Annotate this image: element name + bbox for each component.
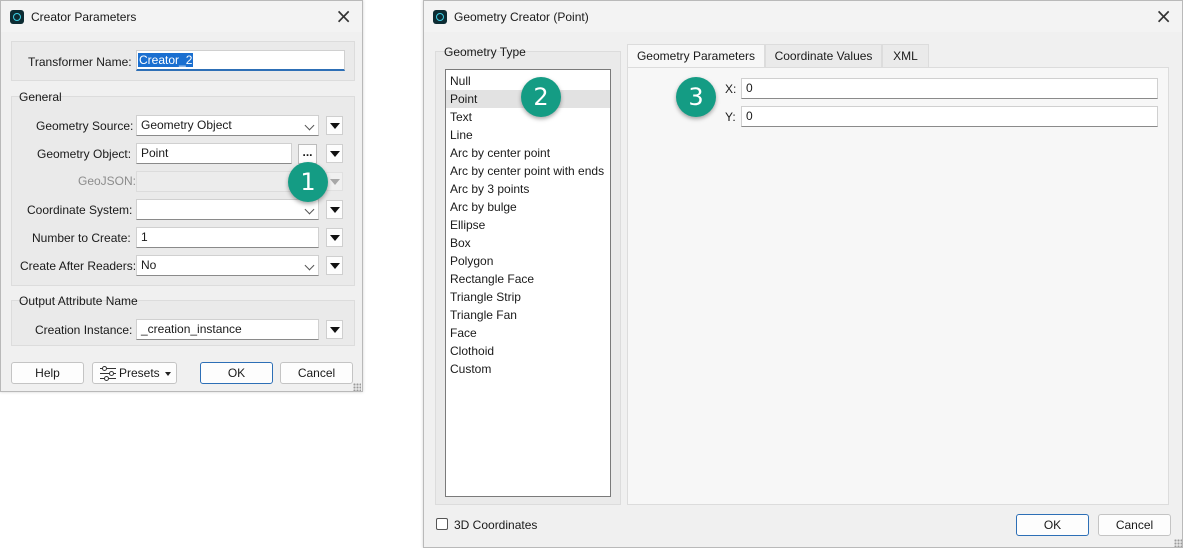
list-item[interactable]: Line xyxy=(446,126,610,144)
list-item[interactable]: Arc by 3 points xyxy=(446,180,610,198)
geometry-source-label: Geometry Source: xyxy=(36,119,134,133)
geometry-dialog-title: Geometry Creator (Point) xyxy=(454,9,589,24)
creator-dialog-title: Creator Parameters xyxy=(31,9,137,24)
list-item[interactable]: Arc by center point xyxy=(446,144,610,162)
transformer-name-label: Transformer Name: xyxy=(28,55,132,69)
coordinate-system-select[interactable] xyxy=(136,199,319,220)
chevron-down-icon xyxy=(304,120,315,131)
list-item[interactable]: Arc by bulge xyxy=(446,198,610,216)
chevron-down-icon xyxy=(304,260,315,271)
tab-coordinate-values[interactable]: Coordinate Values xyxy=(765,44,882,68)
presets-label: Presets xyxy=(119,366,160,380)
list-item[interactable]: Triangle Fan xyxy=(446,306,610,324)
geometry-object-menu-button[interactable] xyxy=(326,144,343,163)
x-input[interactable]: 0 xyxy=(741,78,1158,99)
geometry-ok-button[interactable]: OK xyxy=(1016,514,1089,536)
creation-instance-menu-button[interactable] xyxy=(326,320,343,339)
create-after-readers-select[interactable]: No xyxy=(136,255,319,276)
creator-ok-button[interactable]: OK xyxy=(200,362,273,384)
number-to-create-menu-button[interactable] xyxy=(326,228,343,247)
transformer-name-input[interactable]: Creator_2 xyxy=(136,50,345,71)
resize-grip-icon[interactable] xyxy=(1174,539,1182,547)
geometry-source-value: Geometry Object xyxy=(141,118,232,132)
coordinate-system-label: Coordinate System: xyxy=(27,203,133,217)
geometry-source-select[interactable]: Geometry Object xyxy=(136,115,319,136)
geometry-object-label: Geometry Object: xyxy=(37,147,132,161)
sliders-icon xyxy=(100,366,116,381)
y-value: 0 xyxy=(746,109,753,123)
creation-instance-label: Creation Instance: xyxy=(35,323,133,337)
geometry-parameters-panel xyxy=(627,67,1169,505)
geojson-label: GeoJSON: xyxy=(78,174,137,188)
chevron-down-icon xyxy=(304,204,315,215)
tab-geometry-parameters[interactable]: Geometry Parameters xyxy=(627,44,765,68)
number-to-create-input[interactable]: 1 xyxy=(136,227,319,248)
list-item[interactable]: Ellipse xyxy=(446,216,610,234)
list-item[interactable]: Rectangle Face xyxy=(446,270,610,288)
geojson-menu-button xyxy=(326,172,343,191)
create-after-readers-menu-button[interactable] xyxy=(326,256,343,275)
help-button[interactable]: Help xyxy=(11,362,84,384)
geometry-cancel-button[interactable]: Cancel xyxy=(1098,514,1171,536)
triangle-down-icon xyxy=(165,372,171,376)
callout-2: 2 xyxy=(521,77,561,117)
callout-3: 3 xyxy=(676,77,716,117)
x-label: X: xyxy=(725,82,737,96)
y-label: Y: xyxy=(725,110,736,124)
y-input[interactable]: 0 xyxy=(741,106,1158,127)
close-icon[interactable]: × xyxy=(335,6,352,26)
create-after-readers-value: No xyxy=(141,258,157,272)
3d-coordinates-label[interactable]: 3D Coordinates xyxy=(454,518,537,532)
number-to-create-label: Number to Create: xyxy=(32,231,131,245)
callout-1: 1 xyxy=(288,162,328,202)
fme-app-icon xyxy=(433,9,447,24)
geometry-object-input[interactable]: Point xyxy=(136,143,292,164)
geometry-source-menu-button[interactable] xyxy=(326,116,343,135)
list-item[interactable]: Clothoid xyxy=(446,342,610,360)
geometry-object-browse-button[interactable]: ... xyxy=(298,144,317,164)
create-after-readers-label: Create After Readers: xyxy=(20,259,137,273)
list-item[interactable]: Custom xyxy=(446,360,610,378)
close-icon[interactable]: × xyxy=(1155,6,1172,26)
list-item[interactable]: Triangle Strip xyxy=(446,288,610,306)
creator-cancel-button[interactable]: Cancel xyxy=(280,362,353,384)
geometry-object-value: Point xyxy=(141,146,169,160)
geometry-type-list[interactable]: Null Point Text Line Arc by center point Arc … xyxy=(445,69,611,497)
general-group-title: General xyxy=(19,90,62,104)
list-item[interactable]: Box xyxy=(446,234,610,252)
creation-instance-input[interactable]: _creation_instance xyxy=(136,319,319,340)
x-value: 0 xyxy=(746,81,753,95)
tab-xml[interactable]: XML xyxy=(882,44,929,68)
list-item[interactable]: Polygon xyxy=(446,252,610,270)
output-attribute-group-title: Output Attribute Name xyxy=(19,294,138,308)
presets-button[interactable]: Presets xyxy=(92,362,177,384)
list-item[interactable]: Arc by center point with ends xyxy=(446,162,610,180)
geometry-type-group-title: Geometry Type xyxy=(444,45,526,59)
transformer-name-value: Creator_2 xyxy=(138,53,194,67)
coordinate-system-menu-button[interactable] xyxy=(326,200,343,219)
number-to-create-value: 1 xyxy=(141,230,148,244)
list-item[interactable]: Face xyxy=(446,324,610,342)
resize-grip-icon[interactable] xyxy=(353,383,361,391)
creator-titlebar: Creator Parameters × xyxy=(1,1,362,32)
3d-coordinates-checkbox[interactable] xyxy=(436,518,448,530)
fme-app-icon xyxy=(10,9,24,24)
geometry-titlebar: Geometry Creator (Point) × xyxy=(424,1,1182,32)
creation-instance-value: _creation_instance xyxy=(141,322,242,336)
